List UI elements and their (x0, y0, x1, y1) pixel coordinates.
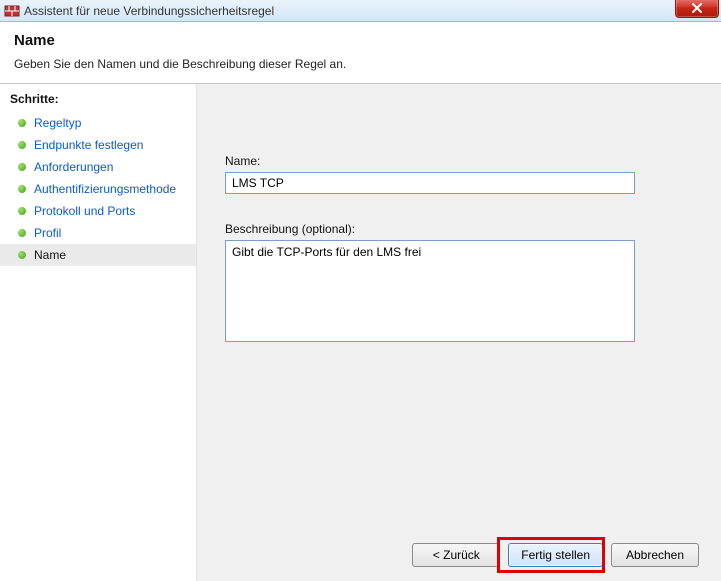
firewall-icon (4, 3, 20, 19)
sidebar-item-label: Protokoll und Ports (34, 204, 135, 218)
page-title: Name (14, 32, 707, 49)
bullet-icon (18, 119, 26, 127)
titlebar: Assistent für neue Verbindungssicherheit… (0, 0, 721, 22)
sidebar-item-label: Endpunkte festlegen (34, 138, 143, 152)
wizard-steps-sidebar: Schritte: Regeltyp Endpunkte festlegen A… (0, 84, 196, 581)
page-subtitle: Geben Sie den Namen und die Beschreibung… (14, 57, 707, 71)
sidebar-item-label: Anforderungen (34, 160, 113, 174)
description-input[interactable]: Gibt die TCP-Ports für den LMS frei (225, 240, 635, 342)
sidebar-item-profil[interactable]: Profil (0, 222, 196, 244)
sidebar-item-anforderungen[interactable]: Anforderungen (0, 156, 196, 178)
close-icon (691, 3, 703, 13)
description-label: Beschreibung (optional): (225, 222, 693, 236)
sidebar-item-name[interactable]: Name (0, 244, 196, 266)
bullet-icon (18, 163, 26, 171)
sidebar-item-label: Name (34, 248, 66, 262)
name-label: Name: (225, 154, 693, 168)
finish-button[interactable]: Fertig stellen (508, 543, 603, 567)
sidebar-item-label: Regeltyp (34, 116, 81, 130)
bullet-icon (18, 251, 26, 259)
body-area: Schritte: Regeltyp Endpunkte festlegen A… (0, 84, 721, 581)
button-row: < Zurück Fertig stellen Abbrechen (412, 543, 699, 567)
main-panel: Name: Beschreibung (optional): Gibt die … (196, 84, 721, 581)
back-button[interactable]: < Zurück (412, 543, 500, 567)
name-field-block: Name: (225, 154, 693, 194)
bullet-icon (18, 229, 26, 237)
window-title: Assistent für neue Verbindungssicherheit… (24, 4, 274, 18)
sidebar-item-label: Authentifizierungsmethode (34, 182, 176, 196)
bullet-icon (18, 185, 26, 193)
description-field-block: Beschreibung (optional): Gibt die TCP-Po… (225, 222, 693, 345)
sidebar-item-protokoll[interactable]: Protokoll und Ports (0, 200, 196, 222)
name-input[interactable] (225, 172, 635, 194)
cancel-button[interactable]: Abbrechen (611, 543, 699, 567)
header-area: Name Geben Sie den Namen und die Beschre… (0, 22, 721, 84)
sidebar-heading: Schritte: (0, 90, 196, 112)
sidebar-item-endpunkte[interactable]: Endpunkte festlegen (0, 134, 196, 156)
bullet-icon (18, 141, 26, 149)
sidebar-item-label: Profil (34, 226, 61, 240)
sidebar-item-regeltyp[interactable]: Regeltyp (0, 112, 196, 134)
bullet-icon (18, 207, 26, 215)
close-button[interactable] (675, 0, 719, 18)
sidebar-item-auth[interactable]: Authentifizierungsmethode (0, 178, 196, 200)
wizard-window: Assistent für neue Verbindungssicherheit… (0, 0, 721, 574)
